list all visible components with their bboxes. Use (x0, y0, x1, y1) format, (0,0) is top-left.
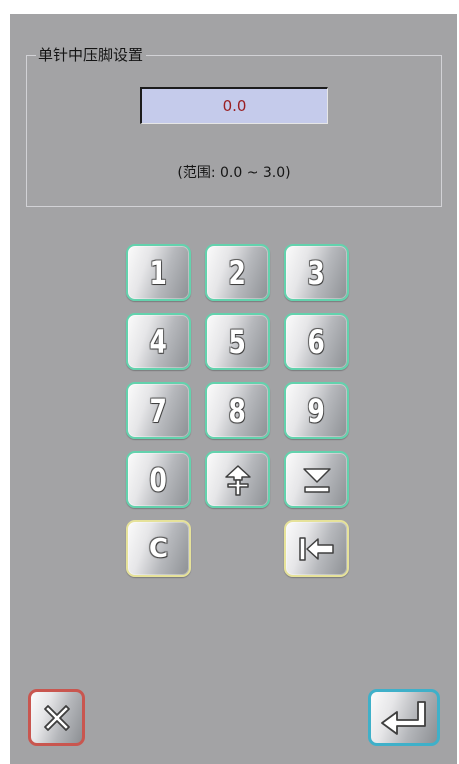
key-6[interactable]: 6 (284, 313, 349, 370)
key-4[interactable]: 4 (126, 313, 191, 370)
key-2-label: 2 (228, 253, 247, 292)
confirm-button[interactable] (368, 689, 440, 746)
value-display[interactable]: 0.0 (140, 87, 328, 124)
key-6-label: 6 (307, 322, 326, 361)
setting-group: 单针中压脚设置 0.0 (范围: 0.0 ~ 3.0) (26, 45, 442, 207)
key-9-label: 9 (307, 391, 326, 430)
key-4-label: 4 (149, 322, 168, 361)
key-8-label: 8 (228, 391, 247, 430)
backspace-arrow-icon (298, 536, 334, 561)
key-0-label: 0 (149, 460, 168, 499)
key-3[interactable]: 3 (284, 244, 349, 301)
key-1-label: 1 (149, 253, 168, 292)
clear-key[interactable]: C (126, 520, 191, 577)
key-7-label: 7 (149, 391, 168, 430)
enter-return-icon (381, 700, 426, 735)
key-7[interactable]: 7 (126, 382, 191, 439)
decrement-key[interactable] (284, 451, 349, 508)
range-hint: (范围: 0.0 ~ 3.0) (177, 165, 291, 181)
plus-arrow-up-icon (224, 464, 251, 496)
key-3-label: 3 (307, 253, 326, 292)
cancel-button[interactable] (28, 689, 85, 746)
key-2[interactable]: 2 (205, 244, 270, 301)
key-9[interactable]: 9 (284, 382, 349, 439)
key-1[interactable]: 1 (126, 244, 191, 301)
minus-arrow-down-icon (302, 467, 331, 493)
close-x-icon (43, 704, 70, 731)
backspace-key[interactable] (284, 520, 349, 577)
screen: 单针中压脚设置 0.0 (范围: 0.0 ~ 3.0) 1 2 3 4 5 6 … (10, 14, 457, 764)
key-5-label: 5 (228, 322, 247, 361)
increment-key[interactable] (205, 451, 270, 508)
group-title: 单针中压脚设置 (36, 45, 147, 65)
clear-key-label: C (148, 533, 169, 564)
key-0[interactable]: 0 (126, 451, 191, 508)
key-5[interactable]: 5 (205, 313, 270, 370)
key-8[interactable]: 8 (205, 382, 270, 439)
